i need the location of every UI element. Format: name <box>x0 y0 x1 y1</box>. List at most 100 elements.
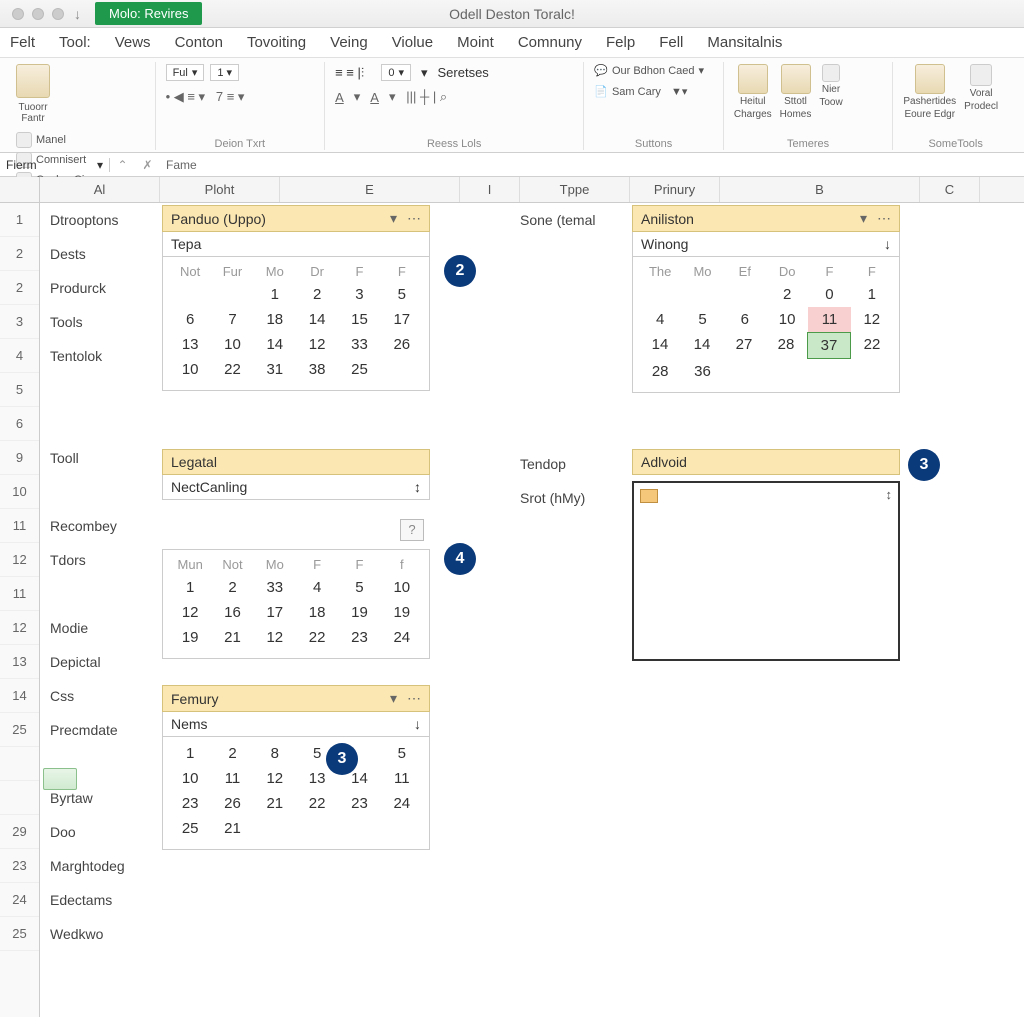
fx-controls[interactable]: ⌃✗ <box>110 158 160 172</box>
col-header[interactable]: Prinury <box>630 177 720 202</box>
row-header[interactable]: 2 <box>0 271 39 305</box>
row-header[interactable]: 3 <box>0 305 39 339</box>
dropdown-sub[interactable]: Nems↓ <box>162 712 430 737</box>
col-header[interactable]: B <box>720 177 920 202</box>
more-icon[interactable]: ⋯ <box>877 210 891 227</box>
dropdown-header[interactable]: Legatal <box>162 449 430 475</box>
more-icon[interactable]: ⋯ <box>407 210 421 227</box>
font-select[interactable]: Ful ▾ <box>166 64 205 81</box>
row-header[interactable]: 6 <box>0 407 39 441</box>
name-box[interactable]: Fierm▾ <box>0 158 110 172</box>
chevron-down-icon[interactable]: ▾ <box>390 210 397 227</box>
row-header[interactable]: 13 <box>0 645 39 679</box>
menu-item[interactable]: Conton <box>175 34 223 51</box>
chevron-down-icon[interactable]: ▾ <box>860 210 867 227</box>
row-header[interactable] <box>0 781 39 815</box>
menu-item[interactable]: Veing <box>330 34 368 51</box>
row-header[interactable]: 25 <box>0 713 39 747</box>
dropdown-sub[interactable]: Winong↓ <box>632 232 900 257</box>
updown-icon[interactable]: ↕ <box>414 479 421 495</box>
row-header[interactable]: 2 <box>0 237 39 271</box>
calendar[interactable]: NotFurMoDrFF1235671814151713101412332610… <box>162 257 430 391</box>
menu-item[interactable]: Fell <box>659 34 683 51</box>
chart-icon <box>738 64 768 94</box>
help-button[interactable]: ? <box>400 519 424 541</box>
col-header[interactable]: I <box>460 177 520 202</box>
sheet-tab-icon[interactable] <box>43 768 77 790</box>
image-box[interactable]: ↕ <box>632 481 900 661</box>
cell-label: Tendop <box>520 447 630 481</box>
row-header[interactable]: 24 <box>0 883 39 917</box>
dropdown-header[interactable]: Adlvoid <box>632 449 900 475</box>
row-header[interactable]: 11 <box>0 577 39 611</box>
ribbon-btn[interactable]: 💬 Our Bdhon Caed ▾ <box>594 64 704 77</box>
num-select[interactable]: 0 ▾ <box>381 64 411 81</box>
maximize-icon[interactable] <box>52 8 64 20</box>
row-header[interactable]: 12 <box>0 611 39 645</box>
row-header[interactable]: 29 <box>0 815 39 849</box>
ribbon-btn[interactable]: Manel <box>16 132 107 148</box>
window-controls <box>0 8 64 20</box>
row-header[interactable]: 1 <box>0 203 39 237</box>
row-header[interactable]: 5 <box>0 373 39 407</box>
down-arrow-icon[interactable]: ↓ <box>884 236 891 252</box>
row-label: Produrck <box>40 271 160 305</box>
ribbon-btn[interactable]: NierToow <box>819 64 842 108</box>
menu-item[interactable]: Tool: <box>59 34 91 51</box>
active-tab[interactable]: Molo: Revires <box>95 2 202 25</box>
dropdown-sub[interactable]: Tepa <box>162 232 430 257</box>
sheet: Al Ploht E I Tppe Prinury B C 1223456910… <box>0 177 1024 1017</box>
chevron-down-icon[interactable]: ▾ <box>390 690 397 707</box>
col-header[interactable]: Ploht <box>160 177 280 202</box>
updown-icon[interactable]: ↕ <box>886 487 893 502</box>
ribbon-btn[interactable]: SttotlHomes <box>780 64 812 120</box>
list-icon <box>822 64 840 82</box>
menu-item[interactable]: Felp <box>606 34 635 51</box>
row-header[interactable]: 23 <box>0 849 39 883</box>
more-icon[interactable]: ⋯ <box>407 690 421 707</box>
row-label: Tentolok <box>40 339 160 373</box>
row-header[interactable]: 25 <box>0 917 39 951</box>
row-header[interactable] <box>0 747 39 781</box>
calendar[interactable]: 128551011121314112326212223242521 <box>162 737 430 850</box>
paste-icon[interactable] <box>16 64 50 98</box>
ribbon-group-label: Deion Txrt <box>166 136 315 150</box>
size-select[interactable]: 1 ▾ <box>210 64 239 81</box>
row-header[interactable]: 14 <box>0 679 39 713</box>
dropdown-icon[interactable]: ↓ <box>74 6 81 22</box>
dropdown-header[interactable]: Femury▾⋯ <box>162 685 430 712</box>
label-column: DtrooptonsDestsProdurckToolsTentolokTool… <box>40 203 160 951</box>
dropdown-sub[interactable]: NectCanling↕ <box>162 475 430 500</box>
col-header[interactable]: Tppe <box>520 177 630 202</box>
menu-item[interactable]: Moint <box>457 34 494 51</box>
menu-item[interactable]: Violue <box>392 34 433 51</box>
row-header[interactable]: 10 <box>0 475 39 509</box>
col-header[interactable]: Al <box>40 177 160 202</box>
ribbon-btn[interactable]: VoralProdecl <box>964 64 998 112</box>
menu-item[interactable]: Tovoiting <box>247 34 306 51</box>
minimize-icon[interactable] <box>32 8 44 20</box>
calendar[interactable]: MunNotMoFFf12334510121617181919192112222… <box>162 549 430 659</box>
calendar[interactable]: TheMoEfDoFF2014561011121414272837222836 <box>632 257 900 393</box>
ribbon-btn[interactable]: HeitulCharges <box>734 64 772 120</box>
formula-input[interactable]: Fame <box>160 158 1024 172</box>
ribbon-btn[interactable]: PashertidesEoure Edgr <box>903 64 956 120</box>
menu-item[interactable]: Vews <box>115 34 151 51</box>
row-header[interactable]: 9 <box>0 441 39 475</box>
dropdown-header[interactable]: Panduo (Uppo)▾⋯ <box>162 205 430 232</box>
document-title: Odell Deston Toralc! <box>449 6 575 22</box>
ribbon-label: Fantr <box>21 113 44 124</box>
select-all-corner[interactable] <box>0 177 40 202</box>
ribbon-btn[interactable]: 📄 Sam Cary ▼▾ <box>594 85 687 98</box>
col-header[interactable]: C <box>920 177 980 202</box>
menu-item[interactable]: Comnuny <box>518 34 582 51</box>
row-header[interactable]: 4 <box>0 339 39 373</box>
col-header[interactable]: E <box>280 177 460 202</box>
row-header[interactable]: 12 <box>0 543 39 577</box>
down-arrow-icon[interactable]: ↓ <box>414 716 421 732</box>
menu-item[interactable]: Felt <box>10 34 35 51</box>
menu-item[interactable]: Mansitalnis <box>707 34 782 51</box>
row-header[interactable]: 11 <box>0 509 39 543</box>
dropdown-header[interactable]: Aniliston▾⋯ <box>632 205 900 232</box>
close-icon[interactable] <box>12 8 24 20</box>
